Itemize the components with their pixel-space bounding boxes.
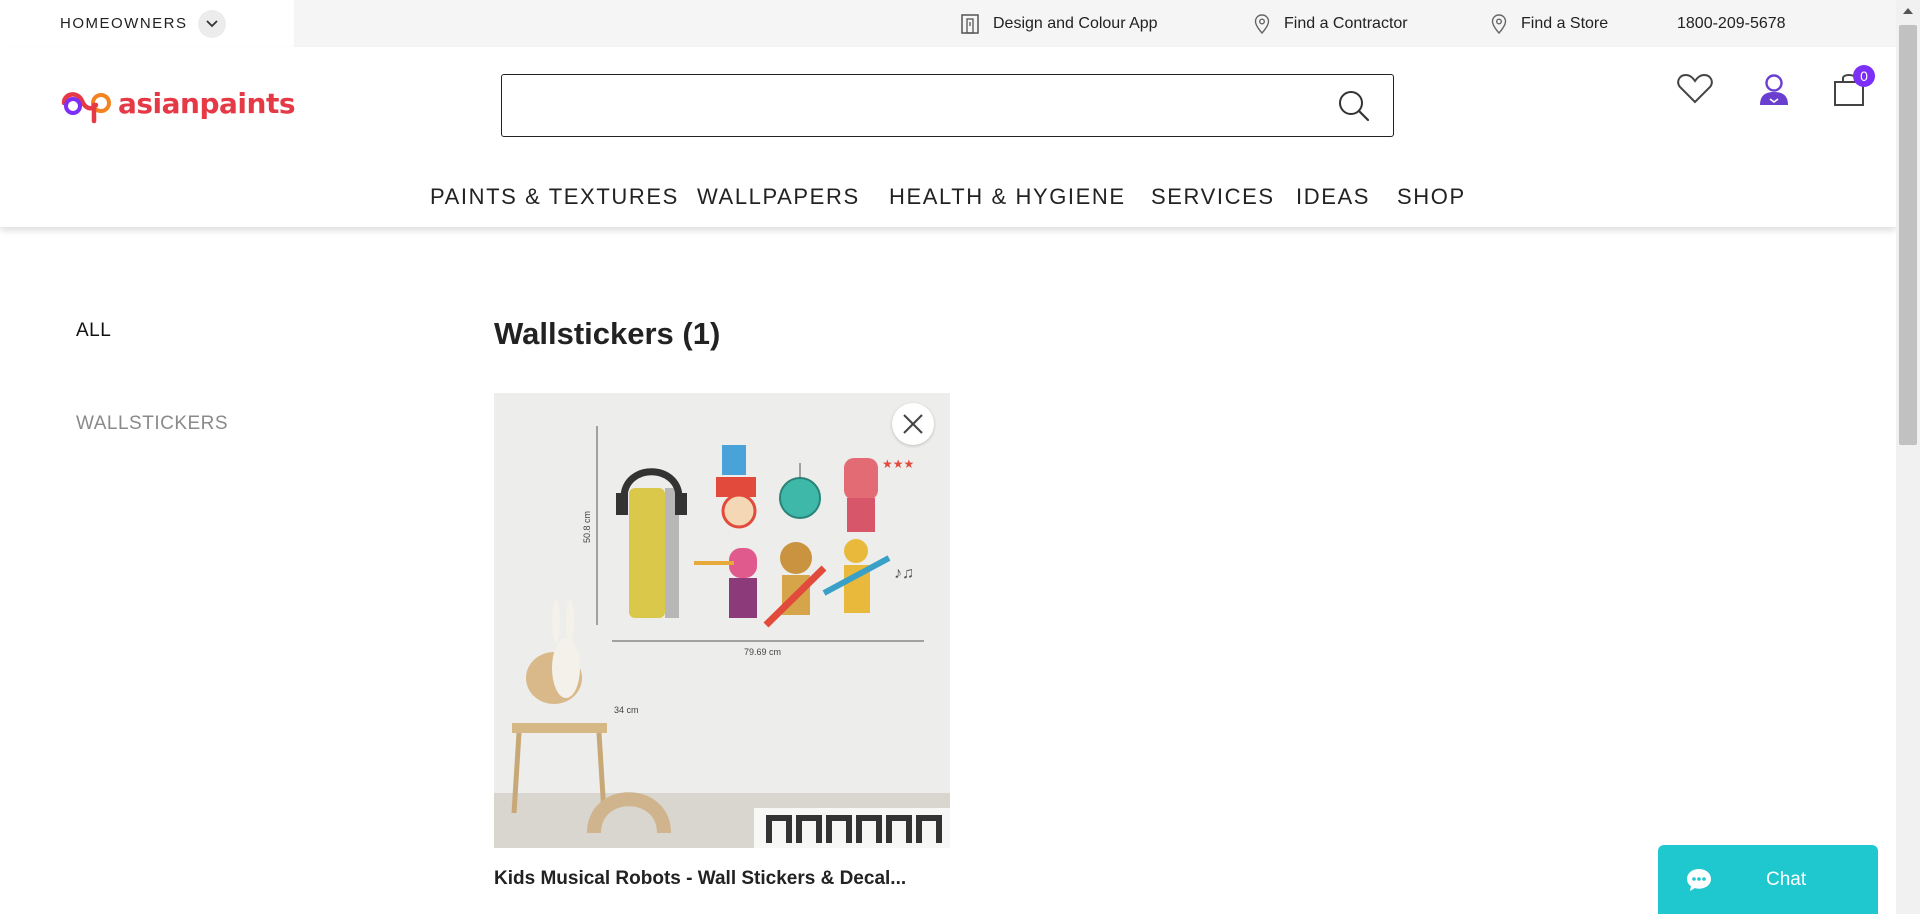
width-dimension-label: 79.69 cm xyxy=(744,647,781,657)
search-box xyxy=(501,74,1394,137)
nav-health-hygiene[interactable]: HEALTH & HYGIENE xyxy=(889,173,1126,221)
search-input[interactable] xyxy=(502,75,1322,133)
audience-label: HOMEOWNERS xyxy=(60,15,188,32)
remove-from-wishlist-button[interactable] xyxy=(892,403,934,445)
scroll-up-arrow-icon[interactable] xyxy=(1903,8,1913,14)
chat-bubble-icon xyxy=(1687,868,1711,891)
svg-text:♪♫: ♪♫ xyxy=(894,565,914,582)
asianpaints-logo[interactable]: asianpaints xyxy=(58,81,296,125)
phone-number-link[interactable]: 1800-209-5678 xyxy=(1677,0,1786,47)
cart-count-badge: 0 xyxy=(1853,65,1875,87)
nav-paints-textures[interactable]: PAINTS & TEXTURES xyxy=(430,173,679,221)
close-icon xyxy=(903,414,923,434)
main-navigation: PAINTS & TEXTURES WALLPAPERS HEALTH & HY… xyxy=(0,173,1896,221)
wall-sticker-illustration: 50.8 cm 79.69 cm 34 cm ★★★ ♪♫ xyxy=(494,393,950,848)
side-dimension-label: 34 cm xyxy=(614,705,639,715)
site-header: asianpaints 0 PAINTS & TEXTURES WALLPAPE… xyxy=(0,47,1896,227)
design-colour-app-label: Design and Colour App xyxy=(993,14,1158,32)
product-image[interactable]: 50.8 cm 79.69 cm 34 cm ★★★ ♪♫ xyxy=(494,393,950,848)
find-contractor-label: Find a Contractor xyxy=(1284,14,1408,32)
wishlist-heart-icon[interactable] xyxy=(1675,69,1715,109)
location-pin-icon xyxy=(1491,13,1507,34)
find-store-link[interactable]: Find a Store xyxy=(1491,0,1608,47)
building-icon xyxy=(961,13,979,34)
location-pin-icon xyxy=(1254,13,1270,34)
height-dimension-label: 50.8 cm xyxy=(582,511,592,543)
filter-all[interactable]: ALL xyxy=(76,320,111,342)
nav-services[interactable]: SERVICES xyxy=(1151,173,1275,221)
page-title: Wallstickers (1) xyxy=(494,316,721,351)
find-store-label: Find a Store xyxy=(1521,14,1609,32)
design-colour-app-link[interactable]: Design and Colour App xyxy=(961,0,1158,47)
logo-mark-icon xyxy=(61,92,111,124)
chevron-down-icon[interactable] xyxy=(197,9,226,38)
product-name[interactable]: Kids Musical Robots - Wall Stickers & De… xyxy=(494,868,950,890)
product-card[interactable]: 50.8 cm 79.69 cm 34 cm ★★★ ♪♫ Kids Music… xyxy=(494,393,950,890)
nav-shop[interactable]: SHOP xyxy=(1397,173,1466,221)
chat-label: Chat xyxy=(1766,869,1807,890)
user-account-icon[interactable] xyxy=(1754,69,1794,109)
top-utility-bar: HOMEOWNERS Design and Colour App Find a … xyxy=(0,0,1896,47)
find-contractor-link[interactable]: Find a Contractor xyxy=(1254,0,1408,47)
nav-ideas[interactable]: IDEAS xyxy=(1296,173,1370,221)
phone-number: 1800-209-5678 xyxy=(1677,14,1786,32)
filter-wallstickers[interactable]: WALLSTICKERS xyxy=(76,413,228,435)
svg-text:★★★: ★★★ xyxy=(882,457,914,471)
logo-text: asianpaints xyxy=(118,86,296,120)
page-scrollbar[interactable] xyxy=(1896,0,1920,914)
nav-wallpapers[interactable]: WALLPAPERS xyxy=(697,173,860,221)
scrollbar-thumb[interactable] xyxy=(1899,25,1917,445)
search-icon[interactable] xyxy=(1337,89,1371,123)
cart-bag-icon[interactable]: 0 xyxy=(1829,65,1875,109)
chat-button[interactable]: Chat xyxy=(1658,845,1878,914)
audience-selector[interactable]: HOMEOWNERS xyxy=(0,0,294,47)
